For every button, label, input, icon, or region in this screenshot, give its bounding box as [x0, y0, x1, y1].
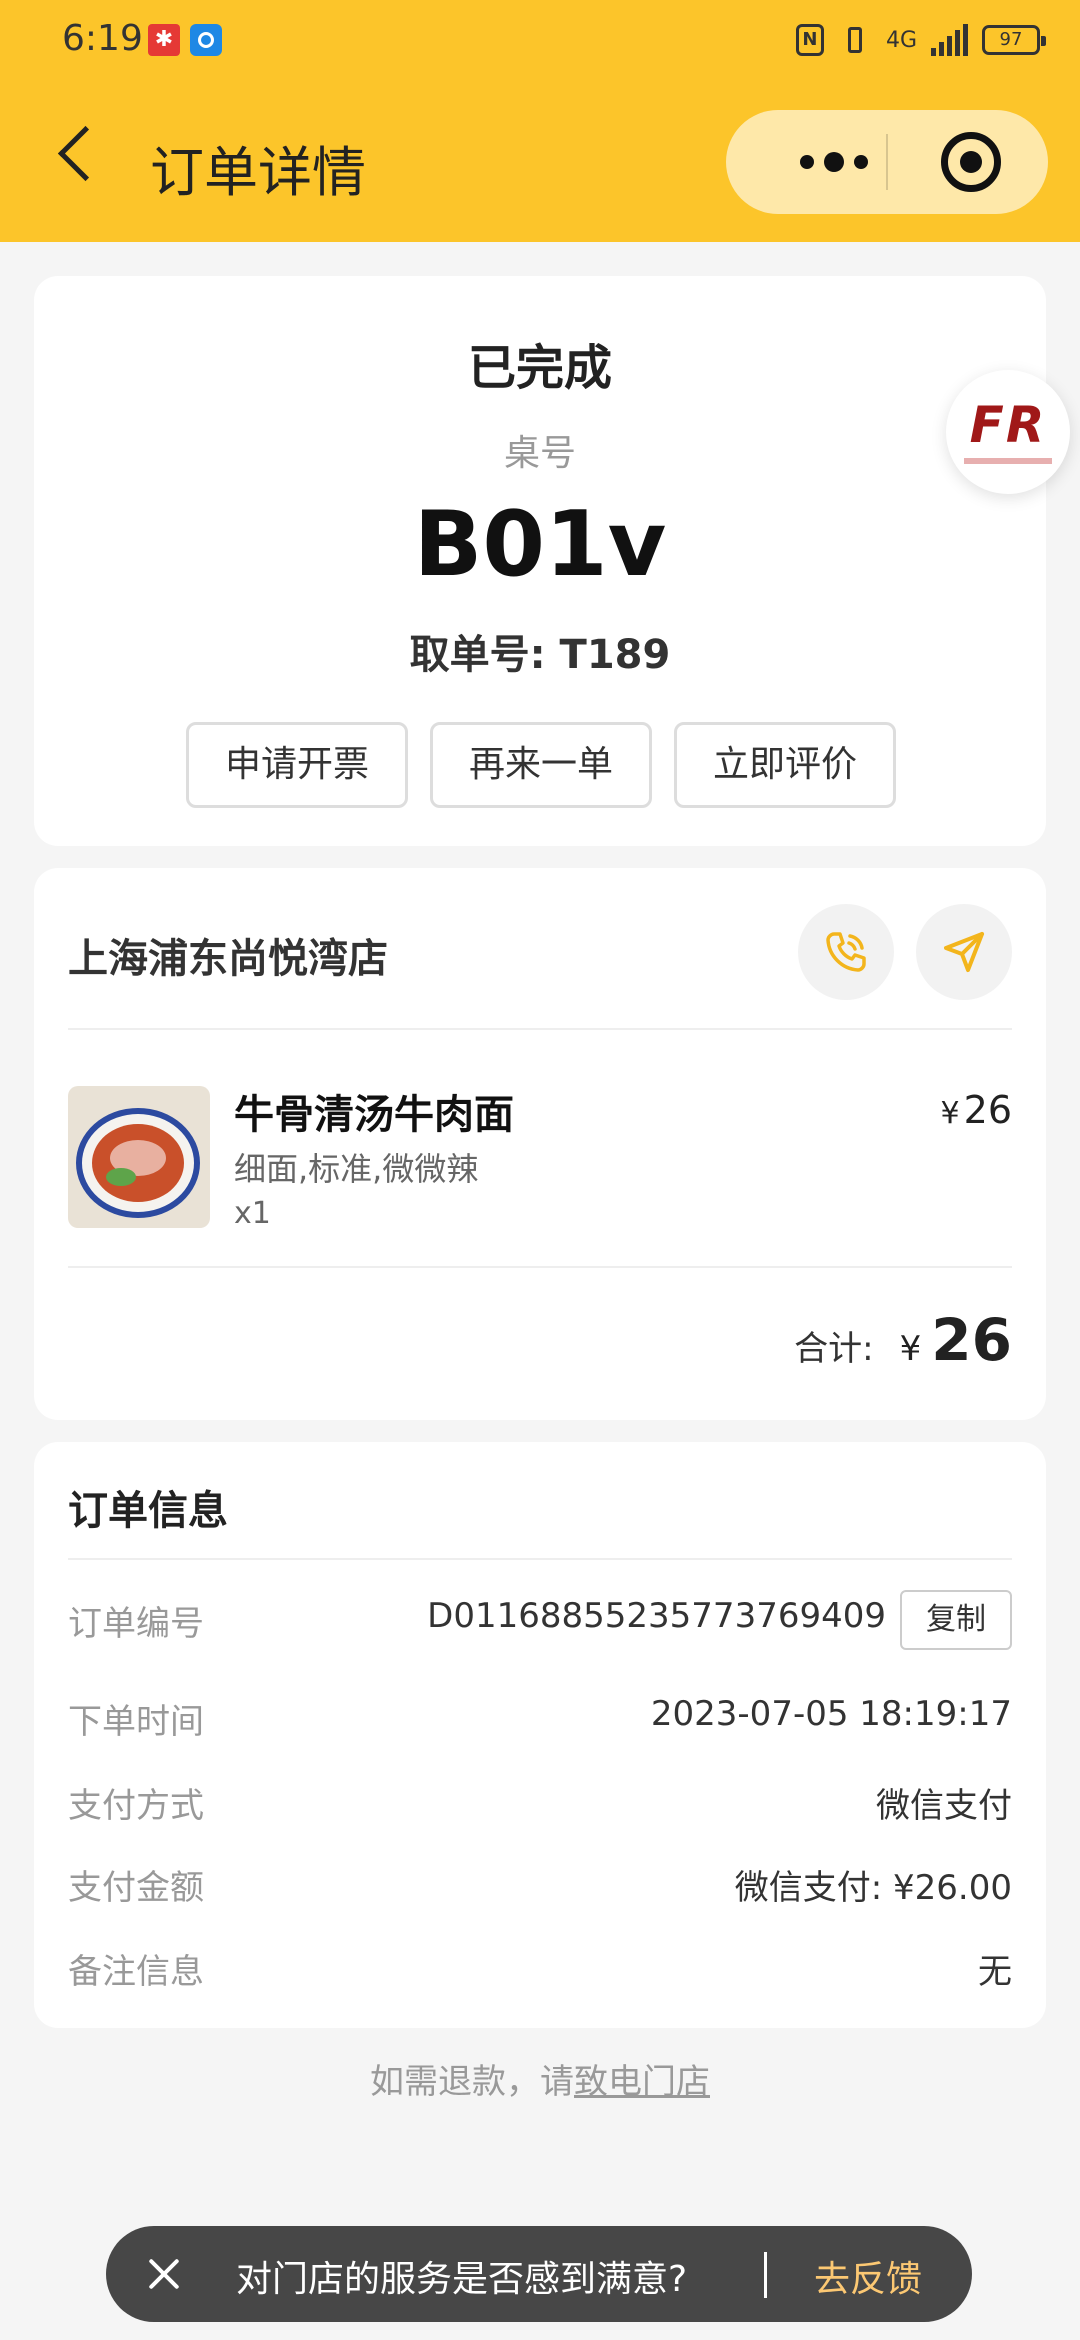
payment-amount-label: 支付金额	[68, 1868, 204, 1908]
top-bar: 6:19 ✱ N 4G 97 订单详情	[0, 0, 1080, 242]
order-time-value: 2023-07-05 18:19:17	[650, 1694, 1012, 1734]
call-store-link[interactable]: 致电门店	[574, 2062, 710, 2102]
toast-divider	[764, 2252, 767, 2298]
feedback-button[interactable]: 去反馈	[814, 2250, 922, 2302]
payment-method-label: 支付方式	[68, 1786, 204, 1826]
order-number-value: D01168855235773769409	[427, 1596, 886, 1636]
order-number-row: 订单编号 D01168855235773769409 复制	[68, 1590, 1012, 1650]
divider	[68, 1558, 1012, 1560]
app-notification-icon: ✱	[148, 24, 180, 56]
phone-icon	[826, 932, 866, 972]
order-total: 合计: ¥ 26	[794, 1306, 1012, 1374]
pickup-number: 取单号: T189	[409, 632, 671, 678]
copy-button[interactable]: 复制	[900, 1590, 1012, 1650]
dish-options: 细面,标准,微微辣	[234, 1150, 479, 1188]
divider	[68, 1028, 1012, 1030]
order-time-label: 下单时间	[68, 1702, 204, 1742]
store-name: 上海浦东尚悦湾店	[68, 936, 388, 982]
refund-hint: 如需退款，请致电门店	[0, 2054, 1080, 2103]
payment-method-value: 微信支付	[876, 1786, 1012, 1826]
order-info-card: 订单信息 订单编号 D01168855235773769409 复制 下单时间 …	[34, 1442, 1046, 2028]
order-time-row: 下单时间 2023-07-05 18:19:17	[68, 1688, 1012, 1748]
currency-symbol: ¥	[940, 1096, 960, 1131]
fr-logo-subtitle	[964, 458, 1052, 464]
signal-icon	[931, 24, 968, 56]
reorder-button[interactable]: 再来一单	[430, 722, 652, 808]
payment-method-row: 支付方式 微信支付	[68, 1772, 1012, 1832]
app-notification-icon-2	[190, 24, 222, 56]
order-status: 已完成	[467, 340, 612, 396]
total-amount: 26	[931, 1306, 1012, 1374]
table-number: B01v	[413, 492, 667, 597]
more-icon[interactable]	[774, 148, 894, 176]
remark-row: 备注信息 无	[68, 1938, 1012, 1998]
divider	[68, 1266, 1012, 1268]
back-icon[interactable]	[52, 130, 96, 174]
payment-amount-value: 微信支付: ¥26.00	[734, 1868, 1012, 1908]
fr-logo-badge[interactable]: FR	[946, 370, 1070, 494]
feedback-question: 对门店的服务是否感到满意?	[236, 2259, 688, 2300]
table-label: 桌号	[503, 433, 576, 474]
dish-price-value: 26	[963, 1088, 1012, 1132]
page-title: 订单详情	[150, 141, 366, 204]
refund-text: 如需退款，请	[370, 2062, 574, 2102]
total-currency: ¥	[899, 1329, 922, 1369]
order-status-card: 已完成 桌号 B01v 取单号: T189 申请开票 再来一单 立即评价	[34, 276, 1046, 846]
nfc-icon: N	[795, 24, 824, 56]
call-store-button[interactable]	[798, 904, 894, 1000]
battery-icon: 97	[982, 25, 1046, 55]
remark-label: 备注信息	[68, 1952, 204, 1992]
total-label: 合计:	[794, 1329, 874, 1369]
close-icon[interactable]	[142, 2252, 186, 2296]
feedback-toast: 对门店的服务是否感到满意? 去反馈	[106, 2226, 972, 2322]
navigation-icon	[944, 932, 984, 972]
close-miniprogram-icon[interactable]	[941, 132, 1001, 192]
action-buttons: 申请开票 再来一单 立即评价	[186, 722, 896, 808]
fr-logo-text: FR	[969, 396, 1047, 454]
store-order-card: 上海浦东尚悦湾店 牛骨清汤牛肉面 细面,标准,微微辣 x1 ¥26 合计: ¥ …	[34, 868, 1046, 1420]
request-invoice-button[interactable]: 申请开票	[186, 722, 408, 808]
vibrate-icon	[838, 25, 872, 55]
dish-price: ¥26	[941, 1088, 1012, 1132]
status-time: 6:19	[62, 18, 143, 59]
remark-value: 无	[978, 1952, 1012, 1992]
dish-name: 牛骨清汤牛肉面	[234, 1092, 514, 1138]
order-number-label: 订单编号	[68, 1604, 204, 1644]
review-button[interactable]: 立即评价	[674, 722, 896, 808]
dish-quantity: x1	[234, 1196, 271, 1231]
navigate-store-button[interactable]	[916, 904, 1012, 1000]
dish-image	[68, 1086, 210, 1228]
capsule-divider	[886, 134, 888, 190]
network-label: 4G	[885, 27, 917, 53]
order-info-title: 订单信息	[68, 1488, 228, 1534]
payment-amount-row: 支付金额 微信支付: ¥26.00	[68, 1854, 1012, 1914]
status-icons: N 4G 97	[795, 20, 1046, 60]
miniprogram-capsule	[726, 110, 1048, 214]
